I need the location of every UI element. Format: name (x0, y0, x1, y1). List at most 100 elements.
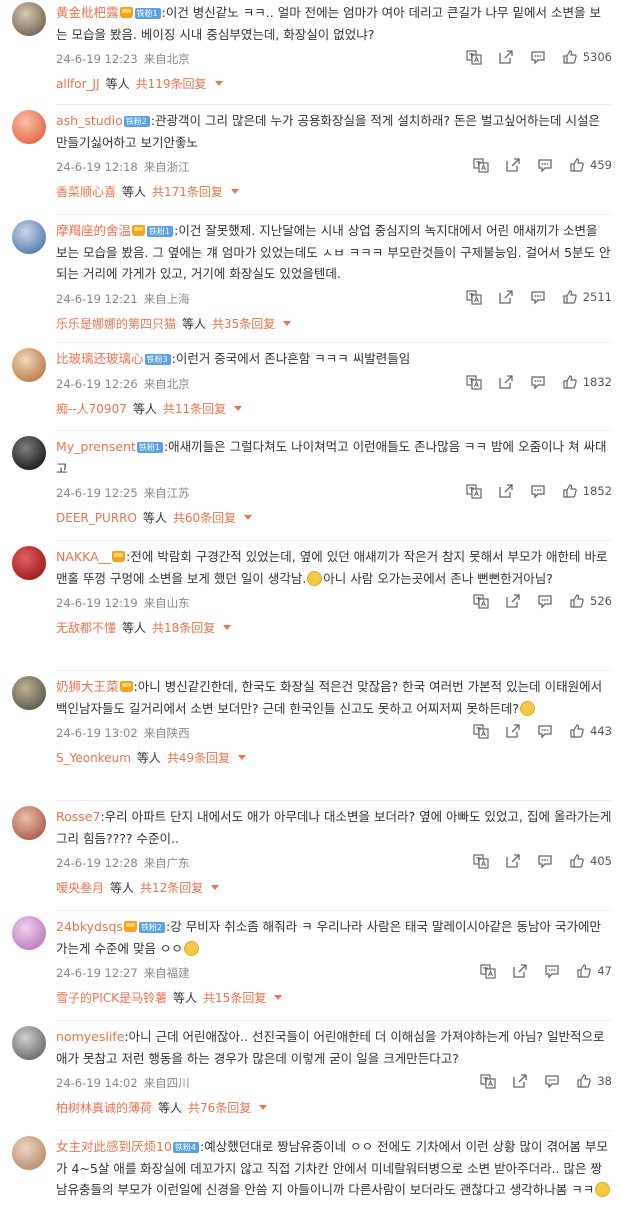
reply-username[interactable]: S_Yeonkeum (56, 751, 131, 765)
replies-summary[interactable]: 痴--人70907 等人 共11条回复 (56, 400, 612, 417)
translate-icon[interactable] (473, 853, 489, 869)
username-link[interactable]: 摩羯座的舍温 (56, 223, 131, 238)
chevron-down-icon[interactable] (283, 320, 292, 326)
thumbs-up-icon[interactable] (569, 723, 585, 739)
share-icon[interactable] (498, 49, 514, 65)
comment-icon[interactable] (537, 723, 553, 739)
avatar[interactable] (12, 110, 46, 144)
avatar[interactable] (12, 1136, 46, 1170)
reply-count[interactable]: 共76条回复 (188, 1099, 251, 1116)
like-button[interactable]: 47 (576, 963, 612, 979)
like-button[interactable]: 443 (569, 723, 612, 739)
replies-summary[interactable]: DEER_PURRO 等人 共60条回复 (56, 509, 612, 526)
share-icon[interactable] (505, 853, 521, 869)
reply-username[interactable]: 嗳央叁月 (56, 879, 104, 896)
username-link[interactable]: 女主对此感到厌烦10 (56, 1139, 172, 1154)
replies-summary[interactable]: 柏树林真诚的薄荷 等人 共76条回复 (56, 1099, 612, 1116)
chevron-down-icon[interactable] (238, 755, 247, 760)
share-icon[interactable] (505, 157, 521, 173)
reply-count[interactable]: 共49条回复 (167, 749, 230, 766)
thumbs-up-icon[interactable] (562, 483, 578, 499)
comment-icon[interactable] (544, 963, 560, 979)
like-button[interactable]: 1852 (562, 483, 612, 499)
share-icon[interactable] (498, 289, 514, 305)
reply-username[interactable]: 乐乐是娜娜的第四只猫 (56, 315, 176, 332)
reply-username[interactable]: 柏树林真诚的薄荷 (56, 1099, 152, 1116)
thumbs-up-icon[interactable] (569, 157, 585, 173)
chevron-down-icon[interactable] (211, 885, 220, 890)
chevron-down-icon[interactable] (274, 995, 283, 1000)
reply-count[interactable]: 共12条回复 (140, 879, 203, 896)
chevron-down-icon[interactable] (223, 625, 232, 630)
thumbs-up-icon[interactable] (576, 963, 592, 979)
avatar[interactable] (12, 676, 46, 710)
replies-summary[interactable]: 嗳央叁月 等人 共12条回复 (56, 879, 612, 896)
reply-username[interactable]: DEER_PURRO (56, 511, 137, 525)
share-icon[interactable] (498, 374, 514, 390)
share-icon[interactable] (512, 963, 528, 979)
share-icon[interactable] (512, 1073, 528, 1089)
comment-icon[interactable] (544, 1073, 560, 1089)
username-link[interactable]: 奶狮大王菜 (56, 679, 119, 694)
reply-username[interactable]: 无敌都不懂 (56, 619, 116, 636)
username-link[interactable]: 24bkydsqs (56, 919, 123, 934)
username-link[interactable]: Rosse7 (56, 809, 100, 824)
reply-username[interactable]: 雪子的PICK是马铃薯 (56, 989, 167, 1006)
like-button[interactable]: 2511 (562, 289, 612, 305)
username-link[interactable]: NAKKA__ (56, 549, 111, 564)
translate-icon[interactable] (466, 49, 482, 65)
reply-count[interactable]: 共60条回复 (173, 509, 236, 526)
replies-summary[interactable]: S_Yeonkeum 等人 共49条回复 (56, 749, 612, 766)
reply-count[interactable]: 共18条回复 (152, 619, 215, 636)
reply-count[interactable]: 共119条回复 (136, 75, 207, 92)
comment-icon[interactable] (537, 853, 553, 869)
avatar[interactable] (12, 916, 46, 950)
username-link[interactable]: nomyeslife (56, 1029, 124, 1044)
like-button[interactable]: 1832 (562, 374, 612, 390)
chevron-down-icon[interactable] (259, 1105, 268, 1110)
share-icon[interactable] (505, 723, 521, 739)
translate-icon[interactable] (473, 593, 489, 609)
replies-summary[interactable]: 雪子的PICK是马铃薯 等人 共15条回复 (56, 989, 612, 1006)
username-link[interactable]: 黄金枇杷露 (56, 5, 119, 20)
replies-summary[interactable]: 无敌都不懂 等人 共18条回复 (56, 619, 612, 636)
like-button[interactable]: 5306 (562, 49, 612, 65)
reply-username[interactable]: allfor_JJ (56, 77, 100, 91)
comment-icon[interactable] (530, 483, 546, 499)
chevron-down-icon[interactable] (244, 515, 253, 520)
username-link[interactable]: 比玻璃还玻璃心 (56, 351, 144, 366)
reply-username[interactable]: 痴--人70907 (56, 400, 127, 417)
comment-icon[interactable] (537, 157, 553, 173)
translate-icon[interactable] (466, 483, 482, 499)
avatar[interactable] (12, 436, 46, 470)
comment-icon[interactable] (530, 49, 546, 65)
translate-icon[interactable] (473, 157, 489, 173)
chevron-down-icon[interactable] (214, 81, 223, 86)
reply-count[interactable]: 共11条回复 (163, 400, 226, 417)
avatar[interactable] (12, 220, 46, 254)
translate-icon[interactable] (466, 289, 482, 305)
like-button[interactable]: 38 (576, 1073, 612, 1089)
chevron-down-icon[interactable] (230, 189, 239, 194)
avatar[interactable] (12, 348, 46, 382)
replies-summary[interactable]: allfor_JJ 等人 共119条回复 (56, 75, 612, 92)
chevron-down-icon[interactable] (234, 405, 243, 411)
reply-username[interactable]: 香菜顺心喜 (56, 183, 116, 200)
share-icon[interactable] (505, 593, 521, 609)
thumbs-up-icon[interactable] (569, 593, 585, 609)
like-button[interactable]: 405 (569, 853, 612, 869)
like-button[interactable]: 526 (569, 593, 612, 609)
comment-icon[interactable] (537, 593, 553, 609)
translate-icon[interactable] (480, 1073, 496, 1089)
translate-icon[interactable] (480, 963, 496, 979)
share-icon[interactable] (498, 483, 514, 499)
avatar[interactable] (12, 1026, 46, 1060)
comment-icon[interactable] (530, 289, 546, 305)
username-link[interactable]: ash_studio (56, 113, 123, 128)
avatar[interactable] (12, 2, 46, 36)
replies-summary[interactable]: 乐乐是娜娜的第四只猫 等人 共35条回复 (56, 315, 612, 332)
reply-count[interactable]: 共171条回复 (152, 183, 223, 200)
translate-icon[interactable] (466, 374, 482, 390)
thumbs-up-icon[interactable] (562, 289, 578, 305)
translate-icon[interactable] (473, 723, 489, 739)
